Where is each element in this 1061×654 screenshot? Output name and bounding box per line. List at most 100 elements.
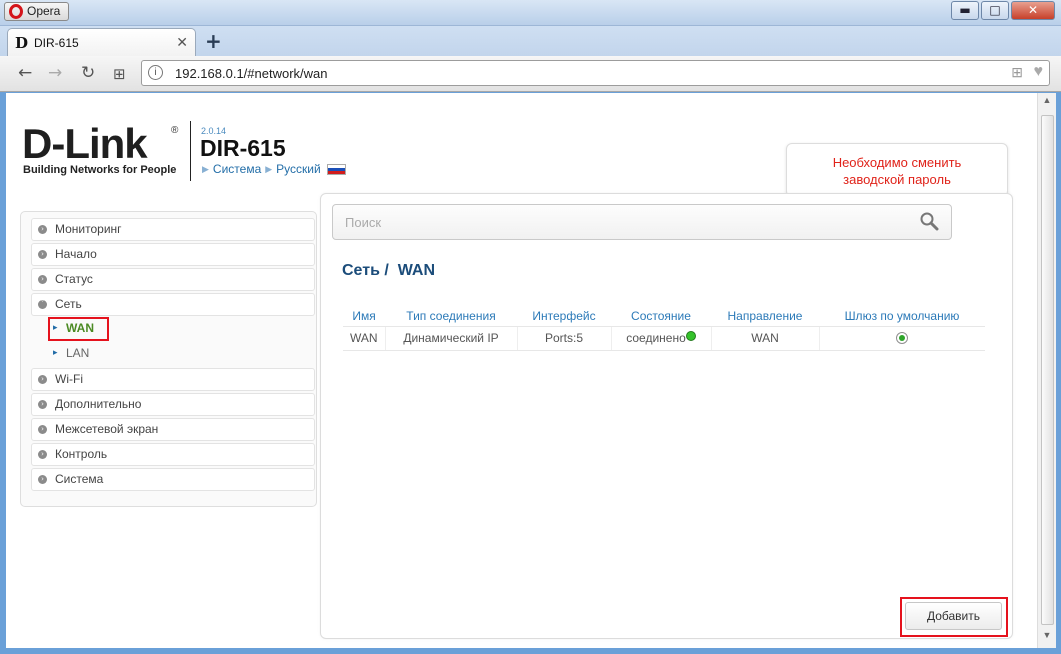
bookmark-heart-icon[interactable]: ♥ — [1034, 63, 1044, 81]
sidebar-item-status[interactable]: › Статус — [31, 268, 315, 291]
default-gateway-radio[interactable] — [896, 332, 909, 344]
sidebar-item-label: Статус — [55, 272, 93, 286]
sidebar-item-network[interactable]: ˇ Сеть — [31, 293, 315, 316]
sidebar-item-label: Сеть — [55, 297, 82, 311]
sidebar-item-label: Контроль — [55, 447, 108, 461]
sidebar-item-control[interactable]: › Контроль — [31, 443, 315, 466]
browser-toolbar: ← → ↻ ⊞ i 192.168.0.1/#network/wan ⊞ ♥ — [0, 56, 1061, 92]
opera-logo-icon — [9, 4, 23, 19]
column-header-status[interactable]: Состояние — [611, 306, 711, 327]
forward-icon[interactable]: → — [48, 63, 62, 83]
column-header-name[interactable]: Имя — [343, 306, 385, 327]
chevron-down-icon: ˇ — [38, 300, 47, 309]
chevron-right-icon: ▸ — [53, 348, 58, 358]
chevron-right-icon: › — [38, 425, 47, 434]
main-panel: Сеть / WAN Имя Тип соединения Интерфейс … — [320, 193, 1013, 639]
sidebar-item-label: Начало — [55, 247, 97, 261]
russian-flag-icon[interactable] — [326, 163, 346, 175]
sidebar-item-label: Система — [55, 472, 104, 486]
new-tab-button[interactable]: + — [205, 29, 222, 53]
password-notice[interactable]: Необходимо сменить заводской пароль — [786, 143, 1008, 197]
back-icon[interactable]: ← — [18, 63, 32, 83]
sidebar-subitem-label: LAN — [66, 346, 90, 360]
scrollbar-thumb[interactable] — [1041, 115, 1054, 625]
scroll-up-icon[interactable]: ▲ — [1040, 95, 1054, 111]
tab-title: DIR-615 — [34, 36, 79, 50]
cell-status[interactable]: соединено — [611, 326, 712, 351]
window-titlebar: Opera ▬ □ ✕ — [0, 0, 1061, 26]
search-icon[interactable] — [919, 211, 939, 231]
header-divider — [190, 121, 191, 181]
sidebar-subitem-wan[interactable]: ▸ WAN — [31, 317, 315, 341]
table-header-row: Имя Тип соединения Интерфейс Состояние Н… — [343, 306, 985, 327]
sidebar-item-label: Wi-Fi — [55, 372, 83, 386]
page-viewport: D-Link ® Building Networks for People 2.… — [6, 93, 1037, 648]
wan-connections-table: Имя Тип соединения Интерфейс Состояние Н… — [343, 306, 985, 351]
status-connected-icon — [685, 331, 696, 341]
chevron-right-icon: › — [38, 225, 47, 234]
language-link[interactable]: Русский — [276, 162, 321, 176]
column-header-direction[interactable]: Направление — [711, 306, 819, 327]
tab-close-icon[interactable]: ✕ — [176, 34, 188, 51]
dlink-favicon-icon: D — [15, 34, 29, 52]
triangle-right-icon: ▶ — [202, 163, 209, 174]
sidebar-item-system[interactable]: › Система — [31, 468, 315, 491]
search-box — [332, 204, 952, 240]
sidebar-item-start[interactable]: › Начало — [31, 243, 315, 266]
dlink-logo: D-Link — [22, 120, 148, 167]
logo-registered-mark: ® — [171, 125, 179, 136]
sidebar-item-advanced[interactable]: › Дополнительно — [31, 393, 315, 416]
minimize-button[interactable]: ▬ — [951, 1, 979, 20]
maximize-button[interactable]: □ — [981, 1, 1009, 20]
address-bar[interactable]: i 192.168.0.1/#network/wan ⊞ ♥ — [141, 60, 1050, 86]
column-header-interface[interactable]: Интерфейс — [517, 306, 611, 327]
opera-menu-button[interactable]: Opera — [4, 2, 70, 21]
notice-line-1: Необходимо сменить — [832, 155, 962, 170]
reload-icon[interactable]: ↻ — [81, 63, 95, 83]
scroll-down-icon[interactable]: ▼ — [1040, 630, 1054, 646]
add-button[interactable]: Добавить — [905, 602, 1002, 630]
header-links: ▶ Система ▶ Русский — [202, 162, 346, 176]
sidebar-subitem-lan[interactable]: ▸ LAN — [31, 343, 315, 366]
status-text: соединено — [626, 331, 686, 345]
notice-line-2: заводской пароль — [843, 172, 951, 187]
cell-default-gateway[interactable] — [819, 326, 985, 351]
chevron-right-icon: › — [38, 250, 47, 259]
chevron-right-icon: › — [38, 275, 47, 284]
page-title-section: Сеть / — [342, 262, 389, 279]
column-header-type[interactable]: Тип соединения — [385, 306, 517, 327]
speed-dial-icon[interactable]: ⊞ — [113, 65, 126, 83]
site-info-icon[interactable]: i — [148, 65, 163, 80]
cell-interface[interactable]: Ports:5 — [517, 326, 612, 351]
column-header-default-gateway[interactable]: Шлюз по умолчанию — [819, 306, 985, 327]
sidebar-menu: › Мониторинг › Начало › Статус ˇ Сеть ▸ … — [20, 211, 317, 507]
sidebar-item-wifi[interactable]: › Wi-Fi — [31, 368, 315, 391]
system-link[interactable]: Система — [213, 162, 261, 176]
speed-dial-add-icon[interactable]: ⊞ — [1011, 64, 1023, 81]
address-url[interactable]: 192.168.0.1/#network/wan — [175, 66, 328, 81]
sidebar-item-monitoring[interactable]: › Мониторинг — [31, 218, 315, 241]
chevron-right-icon: › — [38, 475, 47, 484]
vertical-scrollbar[interactable]: ▲ ▼ — [1037, 93, 1056, 648]
cell-direction[interactable]: WAN — [711, 326, 820, 351]
window-controls: ▬ □ ✕ — [951, 1, 1055, 20]
close-window-button[interactable]: ✕ — [1011, 1, 1055, 20]
sidebar-item-label: Межсетевой экран — [55, 422, 159, 436]
triangle-right-icon: ▶ — [265, 163, 273, 174]
page-title: Сеть / WAN — [342, 262, 435, 280]
sidebar-item-label: Мониторинг — [55, 222, 122, 236]
cell-name[interactable]: WAN — [343, 326, 386, 351]
window-frame-bottom — [0, 648, 1061, 654]
tab-dir615[interactable]: D DIR-615 ✕ — [7, 28, 196, 56]
tab-bar: D DIR-615 ✕ + — [0, 26, 1061, 56]
sidebar-item-label: Дополнительно — [55, 397, 142, 411]
sidebar-item-firewall[interactable]: › Межсетевой экран — [31, 418, 315, 441]
chevron-right-icon: › — [38, 400, 47, 409]
search-input[interactable] — [345, 213, 905, 231]
device-model: DIR-615 — [200, 135, 286, 161]
cell-type[interactable]: Динамический IP — [385, 326, 518, 351]
page-title-name: WAN — [397, 262, 436, 279]
table-row[interactable]: WAN Динамический IP Ports:5 соединено WA… — [343, 326, 985, 351]
chevron-right-icon: ▸ — [53, 323, 58, 333]
chevron-right-icon: › — [38, 450, 47, 459]
